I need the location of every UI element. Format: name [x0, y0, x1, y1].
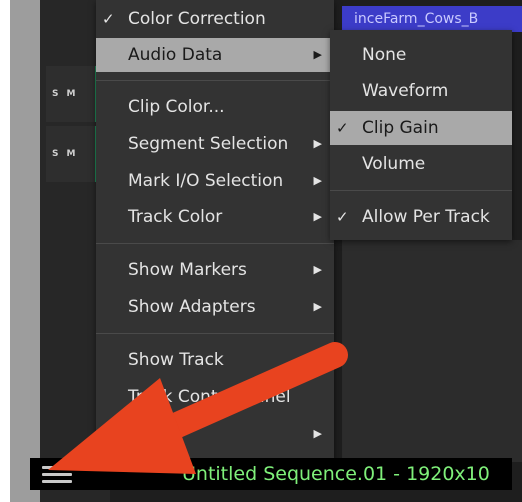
menu-item-track-control-panel[interactable]: Track Control Panel [96, 380, 334, 414]
menu-divider [96, 243, 334, 244]
sequence-title-bar: inceFarm_Cows_B [342, 6, 522, 32]
menu-item-segment-selection[interactable]: Segment Selection ▶ [96, 127, 334, 161]
menu-item-clip-color[interactable]: Clip Color... [96, 90, 334, 124]
menu-item-label: Track Color [128, 207, 223, 227]
submenu-arrow-icon: ▶ [313, 48, 322, 61]
menu-divider [96, 333, 334, 334]
submenu-item-allow-per-track[interactable]: ✓ Allow Per Track [330, 200, 512, 234]
submenu-arrow-icon: ▶ [313, 174, 322, 187]
menu-item-audio-data[interactable]: Audio Data ▶ [96, 38, 334, 72]
menu-item-show-track[interactable]: Show Track ▶ [96, 343, 334, 377]
solo-button[interactable]: S [52, 149, 58, 159]
menu-item-label: None [362, 45, 407, 65]
menu-item-label: Track Control Panel [128, 387, 291, 407]
menu-item-label: ...m [128, 424, 161, 444]
submenu-arrow-icon: ▶ [313, 353, 322, 366]
menu-item-track-color[interactable]: Track Color ▶ [96, 200, 334, 234]
check-icon: ✓ [336, 119, 349, 137]
menu-item-label: Mark I/O Selection [128, 171, 284, 191]
menu-item-label: Color Correction [128, 9, 266, 29]
menu-item-label: Segment Selection [128, 134, 289, 154]
menu-item-label: Clip Gain [362, 118, 439, 138]
menu-item-mark-io-selection[interactable]: Mark I/O Selection ▶ [96, 164, 334, 198]
menu-divider [330, 190, 512, 191]
menu-item-color-correction[interactable]: ✓ Color Correction [96, 2, 334, 36]
menu-item-label: Show Track [128, 350, 224, 370]
menu-divider [96, 80, 334, 81]
submenu-arrow-icon: ▶ [313, 300, 322, 313]
sequence-name-label: Untitled Sequence.01 - 1920x10 [182, 463, 490, 485]
menu-item-show-adapters[interactable]: Show Adapters ▶ [96, 290, 334, 324]
track-header-2[interactable]: S M [46, 126, 98, 182]
left-strip [10, 0, 40, 502]
menu-item-partial[interactable]: ...m ▶ [96, 417, 334, 451]
audio-data-submenu: None Waveform ✓ Clip Gain Volume ✓ Allow… [330, 30, 512, 240]
menu-item-label: Allow Per Track [362, 207, 490, 227]
mute-button[interactable]: M [66, 89, 75, 99]
menu-item-show-markers[interactable]: Show Markers ▶ [96, 253, 334, 287]
menu-item-label: Show Adapters [128, 297, 256, 317]
track-header-1[interactable]: S M [46, 66, 98, 122]
menu-item-label: Audio Data [128, 45, 223, 65]
submenu-item-volume[interactable]: Volume [330, 147, 512, 181]
solo-button[interactable]: S [52, 89, 58, 99]
menu-item-label: Show Markers [128, 260, 247, 280]
menu-item-label: Volume [362, 154, 426, 174]
submenu-arrow-icon: ▶ [313, 210, 322, 223]
check-icon: ✓ [102, 10, 115, 28]
submenu-item-clip-gain[interactable]: ✓ Clip Gain [330, 111, 512, 145]
submenu-arrow-icon: ▶ [313, 137, 322, 150]
menu-item-label: Waveform [362, 81, 449, 101]
mute-button[interactable]: M [66, 149, 75, 159]
submenu-item-none[interactable]: None [330, 38, 512, 72]
submenu-arrow-icon: ▶ [313, 427, 322, 440]
hamburger-menu-icon[interactable] [42, 462, 72, 486]
submenu-arrow-icon: ▶ [313, 263, 322, 276]
timeline-context-menu: ✓ Color Correction Audio Data ▶ Clip Col… [96, 0, 334, 462]
timeline-area [342, 240, 522, 462]
check-icon: ✓ [336, 208, 349, 226]
menu-item-label: Clip Color... [128, 97, 225, 117]
submenu-item-waveform[interactable]: Waveform [330, 74, 512, 108]
